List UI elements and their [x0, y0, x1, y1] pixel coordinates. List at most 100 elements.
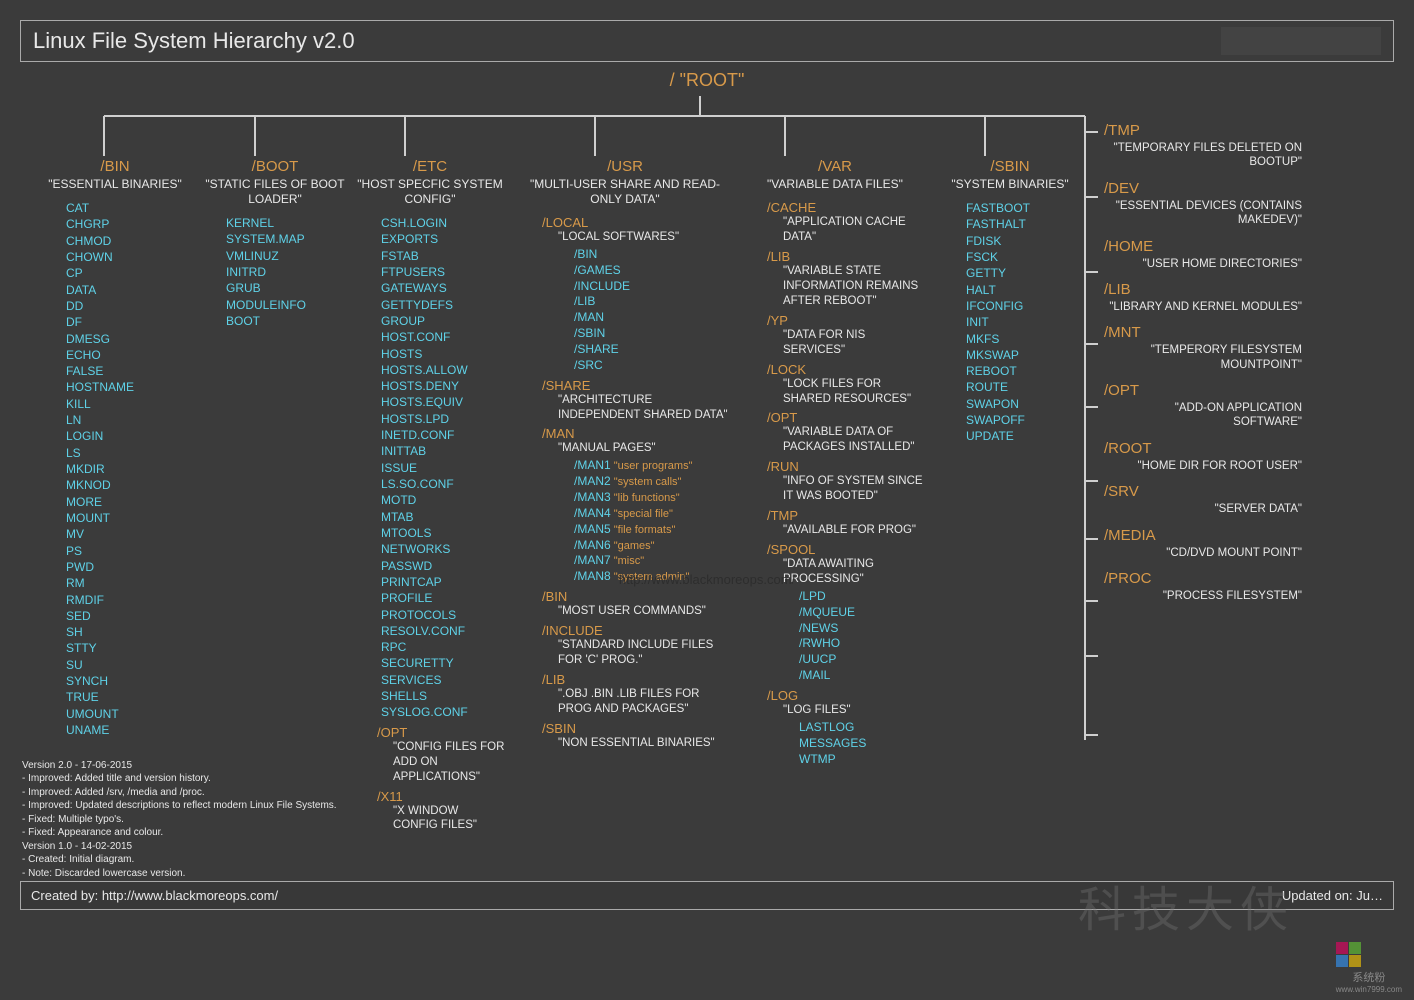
sub-head: /BIN [542, 589, 730, 604]
sub-items: LASTLOGMESSAGESWTMP [799, 720, 925, 767]
list-item: /SRC [574, 358, 730, 374]
list-item: /NEWS [799, 621, 925, 637]
list-item: PWD [66, 559, 190, 575]
list-item: FSTAB [381, 248, 505, 264]
right-desc: "USER HOME DIRECTORIES" [1104, 257, 1310, 271]
page-title: Linux File System Hierarchy v2.0 [33, 28, 355, 54]
right-head: /TMP [1104, 122, 1310, 139]
sub-section: /BIN"MOST USER COMMANDS" [528, 589, 730, 619]
list-item: /UUCP [799, 652, 925, 668]
sub-head: /RUN [767, 459, 925, 474]
changelog-line: Version 2.0 - 17-06-2015 [22, 759, 402, 773]
col-right: /TMP"TEMPORARY FILES DELETED ON BOOTUP"/… [1090, 122, 1310, 613]
list-item: INITRD [226, 264, 350, 280]
list-item: /MAN6 "games" [574, 538, 730, 554]
sub-head: /LIB [767, 249, 925, 264]
corner-logo: 系统粉 www.win7999.com [1336, 942, 1402, 994]
list-item: MKFS [966, 331, 1080, 347]
list-item: LS.SO.CONF [381, 476, 505, 492]
list-item: PROTOCOLS [381, 607, 505, 623]
list-item: MKNOD [66, 477, 190, 493]
list-item: FASTHALT [966, 216, 1080, 232]
right-row: /ROOT"HOME DIR FOR ROOT USER" [1090, 440, 1310, 473]
sub-desc: "LOCAL SOFTWARES" [558, 230, 730, 245]
sub-items: /BIN/GAMES/INCLUDE/LIB/MAN/SBIN/SHARE/SR… [574, 247, 730, 374]
sub-section: /YP"DATA FOR NIS SERVICES" [753, 313, 925, 358]
sub-section: /TMP"AVAILABLE FOR PROG" [753, 508, 925, 538]
list-item: SECURETTY [381, 655, 505, 671]
usr-head: /USR [520, 158, 730, 175]
list-item: /MAIL [799, 668, 925, 684]
list-item: DD [66, 298, 190, 314]
list-item: /LPD [799, 589, 925, 605]
list-item: INETD.CONF [381, 427, 505, 443]
sub-desc: "NON ESSENTIAL BINARIES" [558, 736, 730, 751]
sub-section: /MAN"MANUAL PAGES"/MAN1 "user programs"/… [528, 426, 730, 585]
sbin-desc: "SYSTEM BINARIES" [940, 177, 1080, 192]
list-item: /BIN [574, 247, 730, 263]
changelog-line: - Note: Discarded lowercase version. [22, 867, 402, 881]
list-item: NETWORKS [381, 541, 505, 557]
list-item: HOST.CONF [381, 329, 505, 345]
col-etc: /ETC "HOST SPECFIC SYSTEM CONFIG" CSH.LO… [355, 158, 505, 835]
bin-items: CATCHGRPCHMODCHOWNCPDATADDDFDMESGECHOFAL… [66, 200, 190, 738]
sub-section: /SHARE"ARCHITECTURE INDEPENDENT SHARED D… [528, 378, 730, 423]
right-row: /TMP "TEMPORARY FILES DELETED ON BOOTUP" [1090, 122, 1310, 170]
list-item: ECHO [66, 347, 190, 363]
list-item: GETTYDEFS [381, 297, 505, 313]
sub-desc: "X WINDOW CONFIG FILES" [393, 804, 505, 834]
list-item: MKSWAP [966, 347, 1080, 363]
man-items: /MAN1 "user programs"/MAN2 "system calls… [574, 458, 730, 585]
list-item: SU [66, 657, 190, 673]
list-item: /GAMES [574, 263, 730, 279]
right-desc: "ADD-ON APPLICATION SOFTWARE" [1104, 401, 1310, 430]
right-row: /PROC"PROCESS FILESYSTEM" [1090, 570, 1310, 603]
sub-section: /LOG"LOG FILES"LASTLOGMESSAGESWTMP [753, 688, 925, 767]
changelog-line: - Fixed: Multiple typo's. [22, 813, 402, 827]
list-item: FALSE [66, 363, 190, 379]
changelog-line: - Created: Initial diagram. [22, 853, 402, 867]
sbin-items: FASTBOOTFASTHALTFDISKFSCKGETTYHALTIFCONF… [966, 200, 1080, 445]
col-sbin: /SBIN "SYSTEM BINARIES" FASTBOOTFASTHALT… [940, 158, 1080, 445]
list-item: /SBIN [574, 326, 730, 342]
list-item: ROUTE [966, 379, 1080, 395]
changelog: Version 2.0 - 17-06-2015- Improved: Adde… [22, 759, 402, 881]
sub-section: /LOCK"LOCK FILES FOR SHARED RESOURCES" [753, 362, 925, 407]
right-row: /MEDIA"CD/DVD MOUNT POINT" [1090, 527, 1310, 560]
list-item: /MAN [574, 310, 730, 326]
etc-items: CSH.LOGINEXPORTSFSTABFTPUSERSGATEWAYSGET… [381, 215, 505, 721]
right-head: /OPT [1104, 382, 1310, 399]
boot-items: KERNELSYSTEM.MAPVMLINUZINITRDGRUBMODULEI… [226, 215, 350, 329]
usr-desc: "MULTI-USER SHARE AND READ-ONLY DATA" [520, 177, 730, 207]
list-item: /SHARE [574, 342, 730, 358]
list-item: CHGRP [66, 216, 190, 232]
footer-bar: Created by: http://www.blackmoreops.com/… [20, 881, 1394, 910]
list-item: DATA [66, 282, 190, 298]
list-item: CSH.LOGIN [381, 215, 505, 231]
sub-desc: "ARCHITECTURE INDEPENDENT SHARED DATA" [558, 393, 730, 423]
var-subs: /CACHE"APPLICATION CACHE DATA"/LIB"VARIA… [745, 200, 925, 767]
list-item: SYSTEM.MAP [226, 231, 350, 247]
sub-desc: ".OBJ .BIN .LIB FILES FOR PROG AND PACKA… [558, 687, 730, 717]
changelog-line: Version 1.0 - 14-02-2015 [22, 840, 402, 854]
list-item: SYSLOG.CONF [381, 704, 505, 720]
right-row: /SRV"SERVER DATA" [1090, 483, 1310, 516]
list-item: INIT [966, 314, 1080, 330]
sub-desc: "AVAILABLE FOR PROG" [783, 523, 925, 538]
list-item: SERVICES [381, 672, 505, 688]
list-item: MV [66, 526, 190, 542]
list-item: FTPUSERS [381, 264, 505, 280]
right-head: /LIB [1104, 281, 1310, 298]
sub-desc: "LOG FILES" [783, 703, 925, 718]
right-desc: "CD/DVD MOUNT POINT" [1104, 546, 1310, 560]
footer-right: Updated on: Ju… [1282, 888, 1383, 903]
list-item: SWAPOFF [966, 412, 1080, 428]
usr-subs: /LOCAL"LOCAL SOFTWARES"/BIN/GAMES/INCLUD… [520, 215, 730, 751]
right-desc: "TEMPORARY FILES DELETED ON BOOTUP" [1104, 141, 1310, 170]
right-desc: "ESSENTIAL DEVICES (CONTAINS MAKEDEV)" [1104, 199, 1310, 228]
list-item: /MQUEUE [799, 605, 925, 621]
list-item: LS [66, 445, 190, 461]
sub-section: /OPT"VARIABLE DATA OF PACKAGES INSTALLED… [753, 410, 925, 455]
sub-desc: "APPLICATION CACHE DATA" [783, 215, 925, 245]
sub-desc: "STANDARD INCLUDE FILES FOR 'C' PROG." [558, 638, 730, 668]
